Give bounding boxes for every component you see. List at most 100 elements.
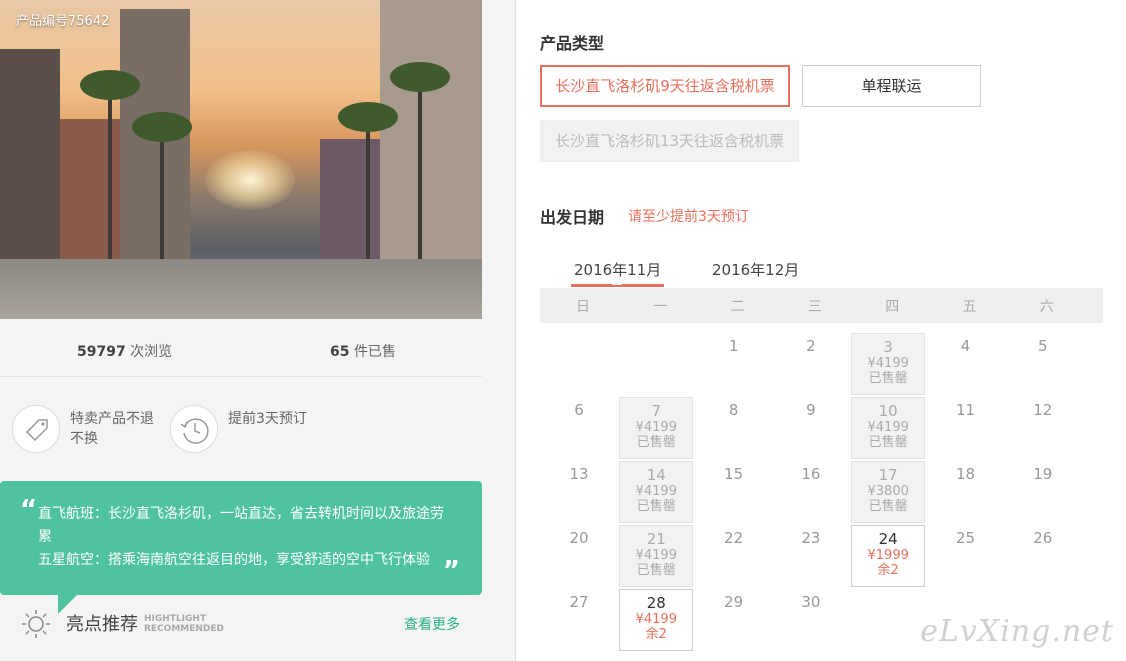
calendar-day: 3 ¥4199 已售罄 [851, 333, 926, 395]
calendar-day[interactable]: 28 ¥4199 余2 [619, 589, 694, 651]
day-price: ¥4199 [867, 356, 909, 371]
weekday-label: 三 [807, 299, 822, 315]
day-number: 18 [955, 465, 976, 483]
palm-tree [108, 90, 112, 260]
day-number: 14 [646, 466, 666, 484]
day-status: 已售罄 [868, 371, 908, 386]
sun-glow [205, 150, 295, 210]
product-code: 产品编号75642 [16, 14, 110, 29]
day-number: 3 [883, 338, 893, 356]
day-status: 已售罄 [636, 563, 676, 578]
booking-panel: 产品类型 长沙直飞洛杉矶9天往返含税机票 单程联运 长沙直飞洛杉矶13天往返含税… [517, 0, 1126, 661]
feature-advance-booking: 提前3天预订 [170, 405, 330, 455]
palm-tree [366, 120, 370, 260]
day-number: 20 [569, 529, 589, 547]
feature-text: 提前3天预订 [228, 411, 307, 427]
day-number: 5 [1038, 337, 1048, 355]
day-number: 15 [724, 465, 744, 483]
day-price: ¥4199 [867, 420, 909, 435]
day-price: ¥4199 [635, 420, 677, 435]
calendar-day: 26 [1006, 525, 1080, 587]
tag-icon [12, 405, 60, 453]
weekday-label: 二 [730, 299, 745, 315]
day-price: ¥1999 [867, 548, 909, 563]
calendar-day: 9 [774, 397, 848, 459]
calendar-day[interactable]: 24 ¥1999 余2 [851, 525, 926, 587]
day-number: 28 [646, 594, 666, 612]
option-one-way-connect[interactable]: 单程联运 [802, 65, 981, 107]
day-number: 11 [955, 401, 976, 419]
calendar-day: 16 [774, 461, 848, 523]
views-label: 次浏览 [130, 344, 173, 360]
palm-tree [418, 80, 422, 260]
day-number: 21 [646, 530, 666, 548]
day-number: 27 [569, 593, 589, 611]
day-number: 19 [1033, 465, 1053, 483]
day-number: 1 [728, 337, 739, 355]
option-13-day-ticket: 长沙直飞洛杉矶13天往返含税机票 [540, 120, 799, 162]
left-panel: 产品编号75642 59797 次浏览 65 件已售 特卖产品不退不换 提前3天… [0, 0, 516, 661]
day-number: 30 [801, 593, 821, 611]
day-status: 余2 [877, 563, 899, 578]
calendar-day: 19 [1006, 461, 1080, 523]
open-quote-icon: “ [20, 495, 38, 525]
calendar-day: 12 [1006, 397, 1080, 459]
recommend-header: 亮点推荐 HIGHTLIGHT RECOMMENDED 查看更多 [20, 606, 480, 640]
tab-2016-12[interactable]: 2016年12月 [712, 259, 799, 287]
day-number: 29 [724, 593, 744, 611]
palm-fronds [80, 70, 140, 100]
calendar-day: 27 [542, 589, 616, 651]
day-price: ¥4199 [635, 484, 677, 499]
weekday-label: 一 [653, 299, 668, 315]
booking-notice: 请至少提前3天预订 [628, 209, 749, 225]
departure-title: 出发日期 [540, 208, 605, 227]
recommend-en-line2: RECOMMENDED [144, 624, 225, 634]
calendar-day: 8 [697, 397, 771, 459]
weekday-label: 四 [885, 299, 900, 315]
calendar-day: 5 [1006, 333, 1080, 395]
sold-label: 件已售 [353, 344, 396, 360]
day-number: 2 [806, 337, 816, 355]
day-number: 17 [878, 466, 898, 484]
recommend-en-line1: HIGHTLIGHT [144, 614, 207, 624]
calendar-day: 18 [929, 461, 1003, 523]
calendar-day: 10 ¥4199 已售罄 [851, 397, 926, 459]
day-price: ¥3800 [867, 484, 909, 499]
day-status: 已售罄 [868, 435, 908, 450]
highlights-bubble: “ 直飞航班：长沙直飞洛杉矶，一站直达，省去转机时间以及旅途劳累 五星航空：搭乘… [0, 481, 482, 595]
day-status: 已售罄 [636, 435, 676, 450]
sold-count: 65 [330, 344, 350, 360]
day-number: 9 [806, 401, 816, 419]
tab-2016-11[interactable]: 2016年11月 [571, 259, 665, 287]
weekday-label: 日 [576, 299, 590, 315]
calendar-day: 17 ¥3800 已售罄 [851, 461, 926, 523]
day-number: 7 [651, 402, 662, 420]
building-left [0, 49, 60, 259]
day-number: 16 [801, 465, 821, 483]
stats-bar: 59797 次浏览 65 件已售 [0, 319, 482, 377]
calendar-day: 11 [929, 397, 1003, 459]
day-number: 26 [1033, 529, 1053, 547]
calendar-day: 29 [697, 589, 771, 651]
weekday-label: 六 [1039, 299, 1054, 315]
day-number: 8 [728, 401, 739, 419]
day-number: 23 [801, 529, 821, 547]
option-9-day-ticket[interactable]: 长沙直飞洛杉矶9天往返含税机票 [540, 65, 790, 107]
calendar-day: 23 [774, 525, 848, 587]
weekday-header: 日一二三四五六 [540, 288, 1103, 323]
highlight-line-1: 直飞航班：长沙直飞洛杉矶，一站直达，省去转机时间以及旅途劳累 [38, 506, 444, 545]
palm-fronds [338, 102, 398, 132]
product-photo: 产品编号75642 [0, 0, 482, 319]
day-number: 22 [724, 529, 744, 547]
views-stat: 59797 次浏览 [77, 341, 172, 361]
palm-tree [160, 130, 164, 260]
palm-fronds [390, 62, 450, 92]
recommend-title: 亮点推荐 [66, 614, 138, 635]
see-more-link[interactable]: 查看更多 [404, 614, 460, 634]
palm-fronds [132, 112, 192, 142]
clock-icon [170, 405, 218, 453]
day-price: ¥4199 [635, 612, 677, 627]
day-number: 6 [574, 401, 584, 419]
calendar-day: 21 ¥4199 已售罄 [619, 525, 694, 587]
recommend-en: HIGHTLIGHT RECOMMENDED [144, 614, 224, 634]
